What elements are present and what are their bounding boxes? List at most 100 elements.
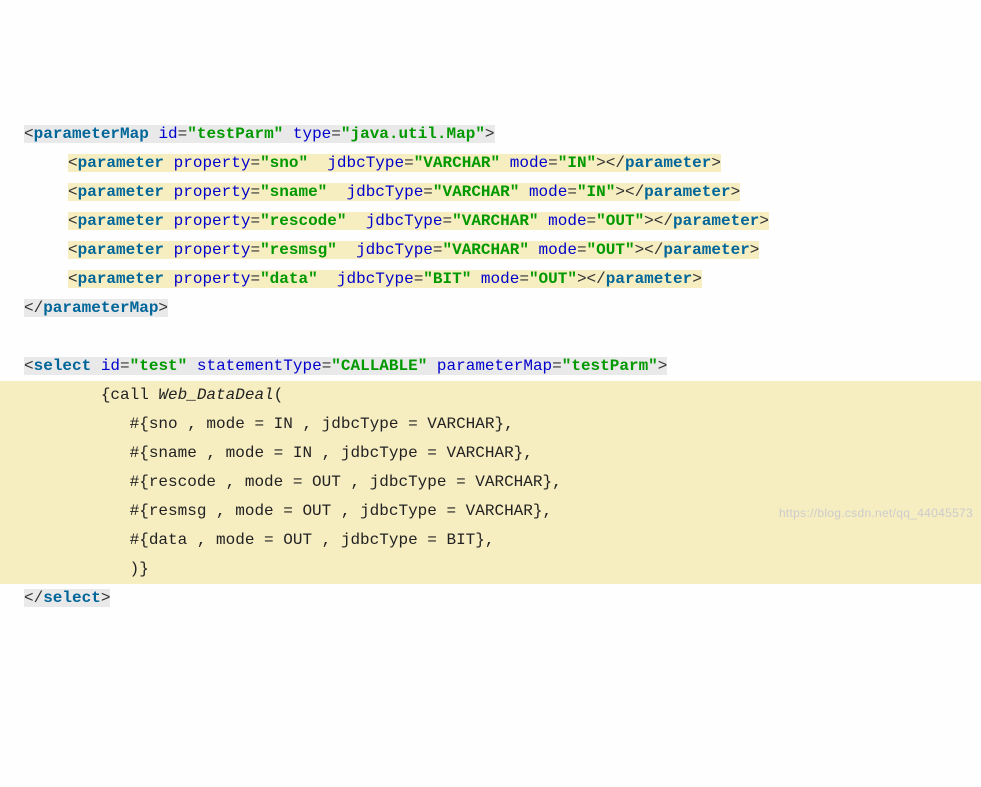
code-line: <parameter property="resmsg" jdbcType="V… <box>0 236 981 265</box>
code-token: = <box>433 241 443 259</box>
code-token: property <box>174 154 251 172</box>
code-token: )} <box>24 560 149 578</box>
code-token: = <box>548 154 558 172</box>
code-line: #{rescode , mode = OUT , jdbcType = VARC… <box>0 468 981 497</box>
code-token: parameter <box>78 212 164 230</box>
code-line: <parameter property="sno" jdbcType="VARC… <box>0 149 981 178</box>
code-token: select <box>43 589 101 607</box>
code-token <box>149 125 159 143</box>
code-token: ></ <box>644 212 673 230</box>
code-token: #{resmsg , mode = OUT , jdbcType = VARCH… <box>24 502 552 520</box>
code-token: #{rescode , mode = OUT , jdbcType = VARC… <box>24 473 562 491</box>
code-token: parameter <box>78 183 164 201</box>
code-token: parameter <box>625 154 711 172</box>
code-token: = <box>519 270 529 288</box>
code-token: ></ <box>577 270 606 288</box>
code-token: "test" <box>130 357 188 375</box>
code-token: parameterMap <box>437 357 552 375</box>
code-token: parameterMap <box>43 299 158 317</box>
code-line: <parameterMap id="testParm" type="java.u… <box>0 120 981 149</box>
code-line: )} <box>0 555 981 584</box>
code-token <box>529 241 539 259</box>
code-token: ></ <box>596 154 625 172</box>
code-token <box>91 357 101 375</box>
code-token <box>164 212 174 230</box>
code-token: "OUT" <box>587 241 635 259</box>
code-token: parameter <box>78 241 164 259</box>
code-token: statementType <box>197 357 322 375</box>
code-token: "VARCHAR" <box>433 183 519 201</box>
code-token: = <box>250 212 260 230</box>
code-token: "VARCHAR" <box>452 212 538 230</box>
code-token: = <box>423 183 433 201</box>
code-token <box>346 212 365 230</box>
code-token: Web_DataDeal <box>158 386 273 404</box>
code-token: "OUT" <box>596 212 644 230</box>
code-token <box>519 183 529 201</box>
code-token: "OUT" <box>529 270 577 288</box>
code-line: #{sno , mode = IN , jdbcType = VARCHAR}, <box>0 410 981 439</box>
code-token: </ <box>24 299 43 317</box>
code-token: = <box>552 357 562 375</box>
code-token: > <box>750 241 760 259</box>
code-token <box>500 154 510 172</box>
code-token: = <box>414 270 424 288</box>
code-token: "data" <box>260 270 318 288</box>
code-token: jdbcType <box>327 154 404 172</box>
code-token: > <box>658 357 668 375</box>
code-token: parameter <box>644 183 730 201</box>
code-token: > <box>101 589 111 607</box>
code-token <box>337 241 356 259</box>
code-token: < <box>68 270 78 288</box>
code-token: < <box>24 357 34 375</box>
code-token <box>427 357 437 375</box>
code-token: select <box>34 357 92 375</box>
code-token: < <box>68 241 78 259</box>
code-line: <parameter property="rescode" jdbcType="… <box>0 207 981 236</box>
code-token: #{data , mode = OUT , jdbcType = BIT}, <box>24 531 494 549</box>
code-line <box>0 323 981 352</box>
code-token: jdbcType <box>356 241 433 259</box>
code-token: > <box>711 154 721 172</box>
code-token: property <box>174 212 251 230</box>
code-token: id <box>101 357 120 375</box>
code-token <box>0 328 10 346</box>
code-token: mode <box>539 241 577 259</box>
code-token <box>164 154 174 172</box>
code-line: <select id="test" statementType="CALLABL… <box>0 352 981 381</box>
code-token: ></ <box>635 241 664 259</box>
code-token: < <box>68 183 78 201</box>
code-token: < <box>68 154 78 172</box>
code-token <box>283 125 293 143</box>
code-token <box>471 270 481 288</box>
code-token: mode <box>548 212 586 230</box>
code-token: {call <box>24 386 158 404</box>
code-token: < <box>68 212 78 230</box>
code-token: jdbcType <box>346 183 423 201</box>
code-token: > <box>759 212 769 230</box>
code-token: = <box>443 212 453 230</box>
code-token: parameter <box>78 270 164 288</box>
code-token: "testParm" <box>187 125 283 143</box>
code-token: </ <box>24 589 43 607</box>
code-token: parameter <box>673 212 759 230</box>
code-token: type <box>293 125 331 143</box>
code-token: jdbcType <box>337 270 414 288</box>
code-token <box>164 183 174 201</box>
code-line: #{sname , mode = IN , jdbcType = VARCHAR… <box>0 439 981 468</box>
code-line: <parameter property="sname" jdbcType="VA… <box>0 178 981 207</box>
code-token: #{sname , mode = IN , jdbcType = VARCHAR… <box>24 444 533 462</box>
code-token: "IN" <box>558 154 596 172</box>
code-token: mode <box>510 154 548 172</box>
code-token: ( <box>274 386 284 404</box>
code-token: > <box>485 125 495 143</box>
code-token: "VARCHAR" <box>414 154 500 172</box>
code-token: = <box>250 183 260 201</box>
code-line: </select> <box>0 584 981 613</box>
code-token: = <box>577 241 587 259</box>
code-token: "testParm" <box>562 357 658 375</box>
code-token <box>308 154 327 172</box>
code-token: = <box>250 241 260 259</box>
code-token: "VARCHAR" <box>443 241 529 259</box>
code-token: "IN" <box>577 183 615 201</box>
